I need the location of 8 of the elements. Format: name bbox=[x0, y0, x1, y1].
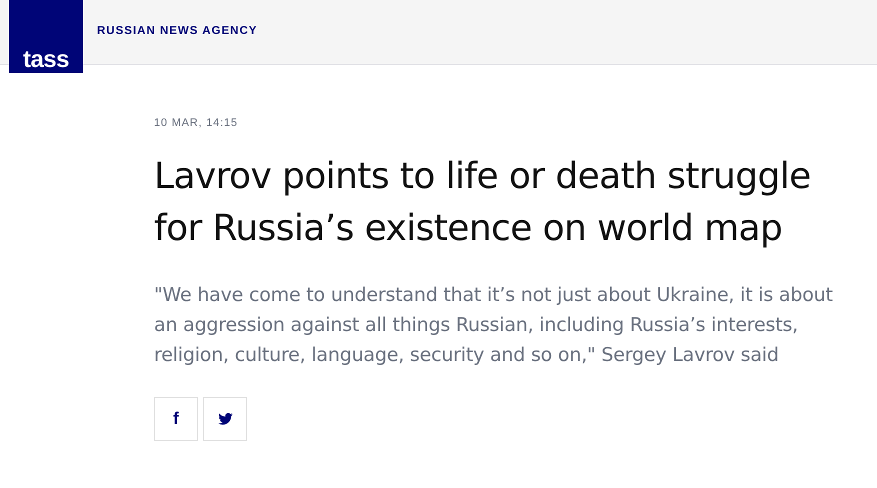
article-title: Lavrov points to life or death struggle for Russia’s existence on world map bbox=[154, 155, 812, 251]
logo[interactable]: tass bbox=[9, 0, 83, 73]
bird-icon bbox=[218, 413, 232, 425]
article-lead: "We have come to understand that it’s not just about Ukraine, it is about an aggression against all things Russian, including Russia’s interests, religion, culture, language, security and so on," Sergey Lavrov said bbox=[154, 283, 834, 368]
tagline: RUSSIAN NEWS AGENCY bbox=[97, 25, 258, 37]
article-date: 10 MAR, 14:15 bbox=[154, 117, 239, 129]
twitter-button[interactable] bbox=[203, 397, 247, 441]
facebook-button[interactable]: f bbox=[154, 397, 198, 441]
